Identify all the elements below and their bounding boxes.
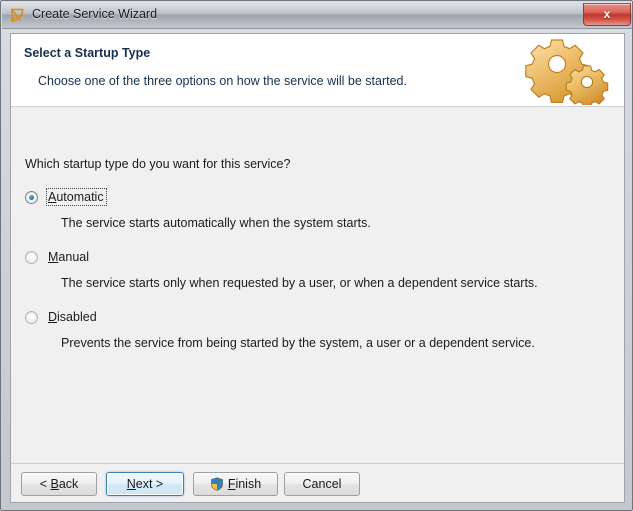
page-subtitle: Choose one of the three options on how t…: [38, 74, 407, 88]
wizard-header: Select a Startup Type Choose one of the …: [11, 34, 624, 108]
gears-icon: [524, 34, 610, 108]
uac-shield-icon: [210, 476, 224, 491]
option-disabled-description: Prevents the service from being started …: [61, 336, 535, 350]
wizard-drafting-icon: [9, 7, 27, 25]
radio-manual[interactable]: [25, 251, 38, 264]
close-button[interactable]: x: [583, 3, 631, 26]
page-title: Select a Startup Type: [24, 46, 151, 60]
finish-button[interactable]: Finish: [193, 472, 278, 496]
radio-disabled[interactable]: [25, 311, 38, 324]
option-disabled-label[interactable]: Disabled: [47, 309, 99, 325]
wizard-client-area: Select a Startup Type Choose one of the …: [10, 33, 625, 503]
radio-automatic[interactable]: [25, 191, 38, 204]
option-manual-label[interactable]: Manual: [47, 249, 91, 265]
option-manual-description: The service starts only when requested b…: [61, 276, 538, 290]
wizard-footer: < Back Next > Finish Cancel: [11, 463, 624, 502]
wizard-window: Create Service Wizard x Select a Startup…: [0, 0, 633, 511]
wizard-body: Which startup type do you want for this …: [11, 107, 624, 464]
startup-type-question: Which startup type do you want for this …: [25, 157, 291, 171]
next-button[interactable]: Next >: [106, 472, 184, 496]
option-automatic-label[interactable]: Automatic: [46, 188, 107, 206]
option-automatic-description: The service starts automatically when th…: [61, 216, 371, 230]
title-bar[interactable]: Create Service Wizard x: [2, 2, 632, 29]
cancel-button[interactable]: Cancel: [284, 472, 360, 496]
window-title: Create Service Wizard: [32, 7, 158, 21]
back-button[interactable]: < Back: [21, 472, 97, 496]
